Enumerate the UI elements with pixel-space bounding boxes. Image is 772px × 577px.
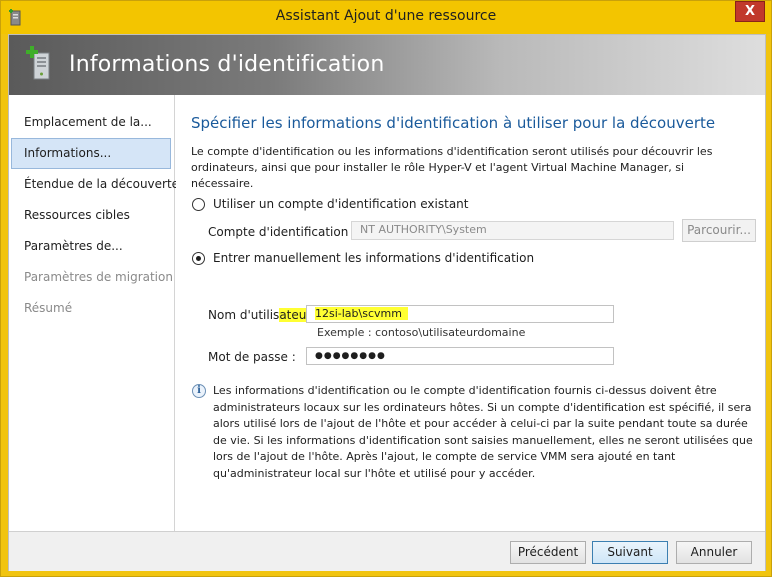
radio-existing-account[interactable]: Utiliser un compte d'identification exis… bbox=[192, 197, 468, 211]
cancel-button[interactable]: Annuler bbox=[676, 541, 752, 564]
password-input[interactable]: ●●●●●●●● bbox=[306, 347, 614, 365]
nav-item-parametres-migration: Paramètres de migration bbox=[24, 270, 173, 284]
username-hint: Exemple : contoso\utilisateurdomaine bbox=[317, 326, 526, 339]
wizard-footer: Précédent Suivant Annuler bbox=[9, 531, 765, 571]
previous-button[interactable]: Précédent bbox=[510, 541, 586, 564]
nav-item-etendue[interactable]: Étendue de la découverte bbox=[11, 169, 179, 200]
banner: Informations d'identification bbox=[9, 35, 765, 95]
username-label: Nom d'utilisateur : bbox=[208, 308, 320, 322]
run-as-account-label: Compte d'identification : bbox=[208, 225, 357, 239]
nav-item-resume: Résumé bbox=[24, 301, 73, 315]
main-panel: Spécifier les informations d'identificat… bbox=[176, 95, 765, 531]
page-description: Le compte d'identification ou les inform… bbox=[191, 145, 713, 190]
nav-item-emplacement[interactable]: Emplacement de la... bbox=[11, 107, 171, 138]
info-text: Les informations d'identification ou le … bbox=[213, 384, 753, 480]
nav-item-ressources-cibles[interactable]: Ressources cibles bbox=[11, 200, 171, 231]
banner-title: Informations d'identification bbox=[69, 52, 385, 77]
wizard-window: Assistant Ajout d'une ressource X Inform… bbox=[0, 0, 772, 577]
next-button[interactable]: Suivant bbox=[592, 541, 668, 564]
info-icon: i bbox=[192, 384, 206, 398]
browse-button: Parcourir... bbox=[682, 219, 756, 242]
username-input[interactable]: 12si-lab\scvmm bbox=[306, 305, 614, 323]
title-bar: Assistant Ajout d'une ressource X bbox=[1, 1, 771, 34]
page-heading: Spécifier les informations d'identificat… bbox=[191, 114, 716, 132]
run-as-account-field: NT AUTHORITY\System bbox=[351, 221, 674, 240]
radio-existing-label: Utiliser un compte d'identification exis… bbox=[213, 197, 469, 211]
radio-manual-credentials[interactable]: Entrer manuellement les informations d'i… bbox=[192, 251, 534, 265]
wizard-steps-nav: Emplacement de la... Informations... Éte… bbox=[9, 95, 179, 531]
nav-item-informations[interactable]: Informations... bbox=[11, 138, 171, 169]
nav-item-parametres[interactable]: Paramètres de... bbox=[11, 231, 171, 262]
radio-manual-indicator[interactable] bbox=[192, 251, 205, 265]
server-add-icon bbox=[26, 46, 50, 80]
username-label-start: Nom d'utilis bbox=[208, 308, 280, 322]
radio-existing-indicator[interactable] bbox=[192, 197, 205, 211]
wizard-client: Informations d'identification Emplacemen… bbox=[8, 34, 766, 571]
password-label: Mot de passe : bbox=[208, 350, 296, 364]
window-title: Assistant Ajout d'une ressource bbox=[275, 8, 497, 24]
close-button[interactable]: X bbox=[735, 1, 765, 22]
radio-manual-label: Entrer manuellement les informations d'i… bbox=[213, 251, 535, 265]
username-value: 12si-lab\scvmm bbox=[315, 307, 408, 320]
